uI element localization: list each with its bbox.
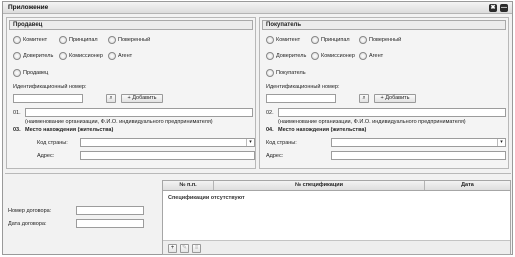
radio-icon [13,52,21,60]
buyer-country-select[interactable]: ▾ [331,138,506,147]
contract-date-input[interactable] [76,219,144,228]
chevron-down-icon: ▾ [497,139,505,146]
search-icon: ⌕ [109,95,113,101]
delete-spec-icon[interactable]: ≡ [192,244,201,253]
radio-icon [359,52,367,60]
buyer-role-agent[interactable]: Агент [359,52,383,60]
seller-location-number: 03. [13,127,21,133]
seller-id-label: Идентификационный номер: [13,84,87,90]
radio-icon [266,36,274,44]
buyer-id-input[interactable] [266,94,336,103]
contract-number-input[interactable] [76,206,144,215]
table-empty-message: Спецификации отсутствуют [168,195,245,201]
minimize-icon[interactable]: — [500,4,508,12]
seller-panel: Продавец Комитент Принципал Поверенный Д… [6,17,256,169]
application-window: Приложение ✖ — Продавец Комитент Принцип… [2,1,513,255]
radio-icon [311,52,319,60]
buyer-name-input[interactable] [278,108,506,117]
contract-date-label: Дата договора: [8,221,47,227]
seller-panel-title: Продавец [9,20,253,30]
radio-icon [311,36,319,44]
buyer-add-button[interactable]: + Добавить [374,94,416,103]
buyer-panel: Покупатель Комитент Принципал Поверенный… [259,17,509,169]
specifications-table: № п.п. № спецификации Дата Спецификации … [162,180,511,255]
seller-role-agent[interactable]: Агент [108,52,132,60]
buyer-address-input[interactable] [331,151,506,160]
buyer-panel-title: Покупатель [262,20,506,30]
plus-icon: + [380,95,384,101]
seller-add-button[interactable]: + Добавить [121,94,163,103]
column-header-spec-number[interactable]: № спецификации [214,181,425,190]
buyer-role-pokupatel[interactable]: Покупатель [266,69,306,77]
buyer-address-label: Адрес: [266,153,284,159]
radio-icon [59,36,67,44]
contract-number-label: Номер договора: [8,208,52,214]
buyer-search-button[interactable]: ⌕ [359,94,369,103]
column-header-date[interactable]: Дата [425,181,510,190]
seller-role-poverenny[interactable]: Поверенный [108,36,150,44]
buyer-role-poverenny[interactable]: Поверенный [359,36,401,44]
seller-search-button[interactable]: ⌕ [106,94,116,103]
chevron-down-icon: ▾ [246,139,254,146]
buyer-location-label: Место нахождения (жительства) [278,127,367,133]
radio-icon [266,69,274,77]
buyer-name-number: 02. [266,110,274,116]
section-divider [5,173,511,174]
seller-role-prodavets[interactable]: Продавец [13,69,48,77]
radio-icon [108,52,116,60]
seller-name-number: 01. [13,110,21,116]
radio-icon [13,69,21,77]
radio-icon [359,36,367,44]
search-icon: ⌕ [362,95,366,101]
seller-location-label: Место нахождения (жительства) [25,127,114,133]
seller-role-komissioner[interactable]: Комиссионер [59,52,103,60]
window-title: Приложение [8,4,49,11]
buyer-country-label: Код страны: [266,140,297,146]
buyer-id-label: Идентификационный номер: [266,84,340,90]
title-bar: Приложение ✖ — [3,2,512,14]
buyer-role-komissioner[interactable]: Комиссионер [311,52,355,60]
buyer-role-komitent[interactable]: Комитент [266,36,300,44]
buyer-role-principal[interactable]: Принципал [311,36,350,44]
seller-role-principal[interactable]: Принципал [59,36,98,44]
buyer-name-hint: (наименование организации, Ф.И.О. индиви… [278,119,466,125]
buyer-role-doveritel[interactable]: Доверитель [266,52,306,60]
table-toolbar: + ✎ ≡ [163,240,510,254]
seller-role-doveritel[interactable]: Доверитель [13,52,53,60]
plus-icon: + [127,95,131,101]
seller-name-hint: (наименование организации, Ф.И.О. индиви… [25,119,213,125]
radio-icon [59,52,67,60]
seller-address-input[interactable] [80,151,255,160]
seller-id-input[interactable] [13,94,83,103]
edit-spec-icon[interactable]: ✎ [180,244,189,253]
add-spec-icon[interactable]: + [168,244,177,253]
table-header: № п.п. № спецификации Дата [163,181,510,191]
seller-address-label: Адрес: [37,153,55,159]
seller-name-input[interactable] [25,108,253,117]
seller-country-select[interactable]: ▾ [80,138,255,147]
radio-icon [13,36,21,44]
radio-icon [266,52,274,60]
radio-icon [108,36,116,44]
buyer-location-number: 04. [266,127,274,133]
column-header-number[interactable]: № п.п. [163,181,214,190]
close-icon[interactable]: ✖ [489,4,497,12]
seller-role-komitent[interactable]: Комитент [13,36,47,44]
seller-country-label: Код страны: [37,140,68,146]
